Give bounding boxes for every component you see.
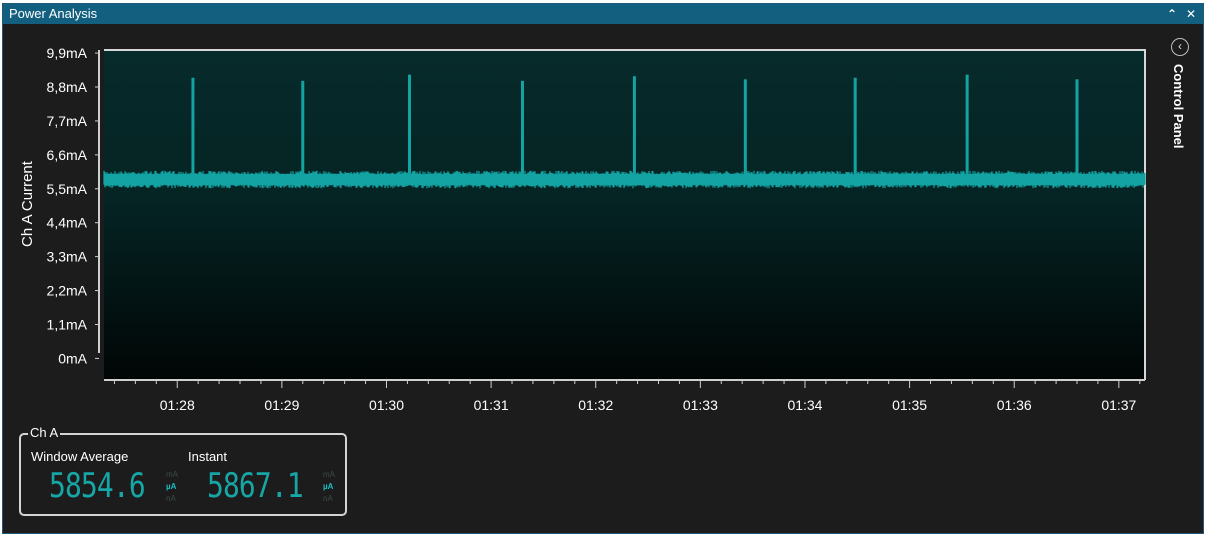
instant-value: 5867.1 [207, 466, 304, 506]
y-axis-title: Ch A Current [19, 160, 36, 247]
y-axis: 9,9mA 8,8mA 7,7mA 6,6mA 5,5mA 4,4mA 3,3mA 2,2mA… [47, 45, 99, 366]
y-tick-label: 3,3mA [47, 249, 88, 265]
y-tick-label: 8,8mA [47, 79, 88, 95]
title-bar: Power Analysis ⌃ ✕ [3, 4, 1203, 24]
y-tick-label: 6,6mA [47, 147, 88, 163]
window-title: Power Analysis [9, 6, 98, 21]
current-spike [520, 80, 524, 174]
y-tick-label: 7,7mA [47, 113, 88, 129]
y-tick-label: 1,1mA [47, 316, 88, 332]
current-spike [853, 77, 857, 174]
unit-ma: mA [323, 470, 335, 479]
current-spike [743, 79, 747, 174]
current-chart[interactable]: 9,9mA 8,8mA 7,7mA 6,6mA 5,5mA 4,4mA 3,3mA 2,2mA… [3, 24, 1163, 424]
unit-ma: mA [166, 470, 178, 479]
x-tick-label: 01:34 [787, 397, 822, 413]
current-spike [632, 76, 636, 174]
x-tick-label: 01:36 [997, 397, 1032, 413]
x-tick-label: 01:28 [160, 397, 195, 413]
x-axis: 01:28 01:29 01:30 01:31 01:32 01:33 01:34 01:35… [113, 380, 1141, 413]
meter-channel-label: Ch A [28, 425, 61, 440]
content-area: 9,9mA 8,8mA 7,7mA 6,6mA 5,5mA 4,4mA 3,3mA 2,2mA… [3, 24, 1203, 530]
control-panel-toggle[interactable]: ‹ Control Panel [1168, 38, 1196, 198]
power-analysis-window: Power Analysis ⌃ ✕ 9,9mA 8,8mA 7,7mA 6,6mA 5… [2, 3, 1204, 534]
window-average-units: mA µA nA [166, 469, 180, 505]
y-tick-label: 9,9mA [47, 45, 88, 61]
unit-na: nA [166, 494, 176, 503]
unit-ua: µA [166, 482, 177, 491]
y-tick-label: 0mA [58, 350, 87, 366]
minimize-button[interactable]: ⌃ [1164, 4, 1180, 24]
chevron-left-circle-icon[interactable]: ‹ [1171, 38, 1189, 56]
x-tick-label: 01:33 [683, 397, 718, 413]
y-tick-label: 2,2mA [47, 283, 88, 299]
control-panel-label[interactable]: Control Panel [1171, 64, 1186, 149]
y-tick-label: 4,4mA [47, 215, 88, 231]
close-button[interactable]: ✕ [1183, 4, 1199, 24]
x-tick-label: 01:37 [1101, 397, 1136, 413]
plot-background [104, 50, 1145, 380]
current-spike [965, 74, 969, 174]
baseline-core [104, 173, 1145, 186]
instant-units: mA µA nA [323, 469, 337, 505]
x-tick-label: 01:31 [474, 397, 509, 413]
unit-na: nA [323, 494, 333, 503]
unit-ua: µA [323, 482, 334, 491]
x-tick-label: 01:35 [892, 397, 927, 413]
x-tick-label: 01:32 [578, 397, 613, 413]
current-spike [301, 80, 305, 174]
x-tick-label: 01:29 [264, 397, 299, 413]
window-average-label: Window Average [31, 449, 129, 464]
y-tick-label: 5,5mA [47, 181, 88, 197]
x-tick-label: 01:30 [369, 397, 404, 413]
channel-a-meter: Ch A Window Average Instant 5854.6 mA µA… [19, 425, 347, 516]
current-spike [1075, 79, 1079, 174]
current-spike [191, 77, 195, 174]
window-average-value: 5854.6 [49, 466, 146, 506]
instant-label: Instant [188, 449, 228, 464]
current-spike [407, 74, 411, 174]
